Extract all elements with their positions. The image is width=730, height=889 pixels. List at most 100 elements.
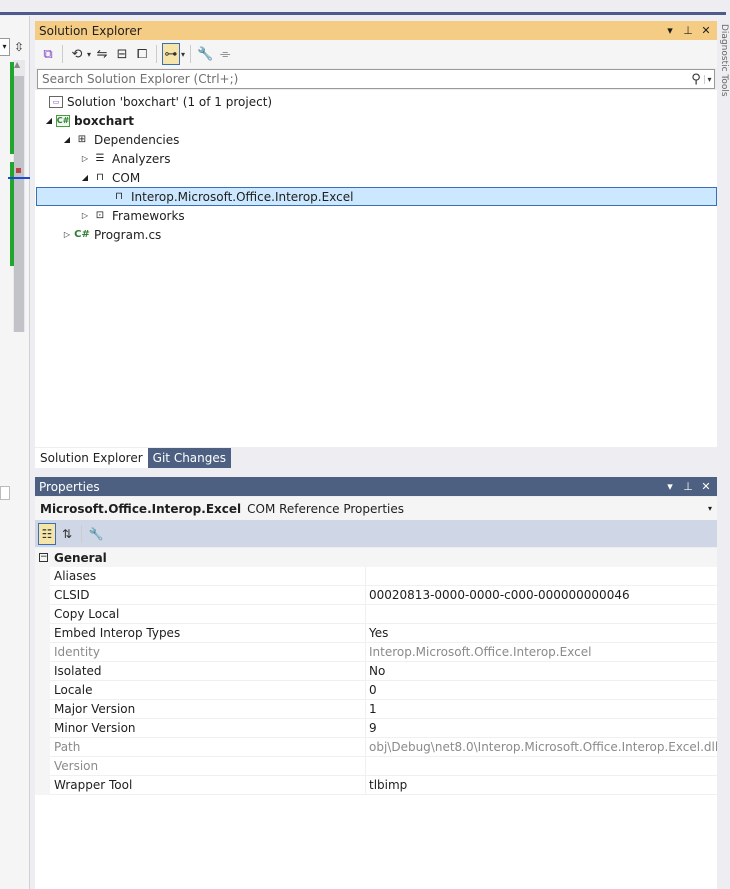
- property-name: Isolated: [50, 661, 366, 681]
- properties-header: Properties ▾ ⊥ ✕: [35, 477, 717, 496]
- preview-selected-items-icon[interactable]: ⌯: [216, 43, 234, 65]
- tree-node-com-reference[interactable]: ⊓ Interop.Microsoft.Office.Interop.Excel: [36, 187, 717, 206]
- split-view-icon[interactable]: ⇳: [11, 38, 27, 56]
- property-value[interactable]: tlbimp: [366, 776, 717, 795]
- property-row-aliases[interactable]: Aliases: [35, 566, 717, 586]
- search-input[interactable]: [38, 70, 688, 88]
- property-name: Wrapper Tool: [50, 775, 366, 795]
- toolbar-separator: [81, 524, 82, 543]
- property-value[interactable]: Yes: [366, 624, 717, 643]
- csharp-project-icon: C#: [56, 114, 70, 127]
- toolbar-separator: [190, 45, 192, 63]
- editor-dropdown-caret[interactable]: ▾: [0, 38, 10, 56]
- row-margin: [35, 642, 50, 662]
- collapse-icon[interactable]: −: [39, 553, 48, 562]
- property-name: Path: [50, 737, 366, 757]
- solution-explorer-tabs: Solution Explorer Git Changes: [35, 448, 717, 468]
- tree-node-solution[interactable]: ▭ Solution 'boxchart' (1 of 1 project): [35, 92, 717, 111]
- property-value[interactable]: 9: [366, 719, 717, 738]
- search-icon[interactable]: ⚲: [688, 72, 704, 87]
- categorized-icon[interactable]: ☷: [38, 522, 56, 545]
- property-value[interactable]: 00020813-0000-0000-c000-000000000046: [366, 586, 717, 605]
- collapse-all-icon[interactable]: ⊟: [113, 43, 131, 65]
- property-row-clsid[interactable]: CLSID 00020813-0000-0000-c000-0000000000…: [35, 585, 717, 605]
- panel-title: Properties: [39, 479, 100, 494]
- property-row-wrapper-tool[interactable]: Wrapper Tool tlbimp: [35, 775, 717, 795]
- pending-changes-filter-icon[interactable]: ⟲: [68, 43, 86, 65]
- tree-label: boxchart: [74, 113, 134, 128]
- property-name: Locale: [50, 680, 366, 700]
- expanded-arrow-icon[interactable]: ◢: [42, 116, 56, 125]
- collapsed-arrow-icon[interactable]: ▷: [78, 154, 92, 163]
- collapsed-arrow-icon[interactable]: ▷: [60, 230, 74, 239]
- property-row-minor-version[interactable]: Minor Version 9: [35, 718, 717, 738]
- pin-icon[interactable]: ⊥: [681, 480, 695, 493]
- pin-icon[interactable]: ⊥: [681, 24, 695, 37]
- tab-solution-explorer[interactable]: Solution Explorer: [35, 448, 148, 468]
- switch-views-icon[interactable]: ⧉: [39, 43, 57, 65]
- scroll-up-icon[interactable]: ▲: [14, 60, 20, 69]
- chevron-down-icon[interactable]: ▾: [181, 50, 185, 59]
- show-dependencies-icon[interactable]: ⊶: [162, 43, 181, 65]
- tree-node-com[interactable]: ◢ ⊓ COM: [35, 168, 717, 187]
- toolbar-separator: [62, 45, 63, 63]
- tree-node-project[interactable]: ◢ C# boxchart: [35, 111, 717, 130]
- property-pages-wrench-icon[interactable]: 🔧: [87, 523, 105, 545]
- row-margin: [35, 680, 50, 700]
- solution-explorer-toolbar: ⧉ ⟲ ▾ ⇋ ⊟ ⧠ ⊶ ▾ 🔧 ⌯: [35, 40, 717, 68]
- close-icon[interactable]: ✕: [699, 24, 713, 37]
- property-value[interactable]: 0: [366, 681, 717, 700]
- property-row-major-version[interactable]: Major Version 1: [35, 699, 717, 719]
- editor-scrollbar[interactable]: ▲: [13, 60, 25, 332]
- property-row-copy-local[interactable]: Copy Local: [35, 604, 717, 624]
- property-value[interactable]: [366, 605, 717, 624]
- tab-git-changes[interactable]: Git Changes: [147, 448, 232, 468]
- tree-node-program[interactable]: ▷ C# Program.cs: [35, 225, 717, 244]
- tree-node-frameworks[interactable]: ▷ ⊡ Frameworks: [35, 206, 717, 225]
- property-row-version[interactable]: Version: [35, 756, 717, 776]
- property-value: [366, 757, 717, 776]
- caret-position-marker: [8, 177, 30, 179]
- properties-object-selector[interactable]: Microsoft.Office.Interop.Excel COM Refer…: [35, 497, 717, 520]
- sync-with-active-document-icon[interactable]: ⇋: [93, 43, 111, 65]
- collapsed-arrow-icon[interactable]: ▷: [78, 211, 92, 220]
- property-value[interactable]: 1: [366, 700, 717, 719]
- window-position-icon[interactable]: ▾: [663, 24, 677, 37]
- alphabetical-icon[interactable]: ⇅: [58, 523, 76, 545]
- property-row-isolated[interactable]: Isolated No: [35, 661, 717, 681]
- top-strip: [0, 0, 730, 15]
- dependencies-icon: ⊞: [77, 134, 87, 145]
- show-all-files-icon[interactable]: ⧠: [133, 43, 151, 65]
- property-name: Version: [50, 756, 366, 776]
- tree-node-analyzers[interactable]: ▷ ☰ Analyzers: [35, 149, 717, 168]
- row-margin: [35, 775, 50, 795]
- property-value[interactable]: [366, 567, 717, 586]
- scrollbar-thumb[interactable]: [14, 76, 24, 332]
- chevron-down-icon[interactable]: ▾: [87, 50, 91, 59]
- window-position-icon[interactable]: ▾: [663, 480, 677, 493]
- property-name: Identity: [50, 642, 366, 662]
- properties-wrench-icon[interactable]: 🔧: [196, 43, 214, 65]
- property-value[interactable]: No: [366, 662, 717, 681]
- expanded-arrow-icon[interactable]: ◢: [60, 135, 74, 144]
- solution-tree: ▭ Solution 'boxchart' (1 of 1 project) ◢…: [35, 90, 717, 447]
- diagnostic-tools-tab[interactable]: Diagnostic Tools: [719, 24, 729, 97]
- solution-explorer-search[interactable]: ⚲ ▾: [37, 69, 715, 89]
- property-row-path[interactable]: Path obj\Debug\net8.0\Interop.Microsoft.…: [35, 737, 717, 757]
- breakpoint-marker: [16, 168, 21, 173]
- expanded-arrow-icon[interactable]: ◢: [78, 173, 92, 182]
- panel-title: Solution Explorer: [39, 23, 142, 38]
- tree-node-dependencies[interactable]: ◢ ⊞ Dependencies: [35, 130, 717, 149]
- close-icon[interactable]: ✕: [699, 480, 713, 493]
- row-margin: [35, 737, 50, 757]
- property-row-locale[interactable]: Locale 0: [35, 680, 717, 700]
- chevron-down-icon[interactable]: ▾: [703, 504, 717, 513]
- property-row-identity[interactable]: Identity Interop.Microsoft.Office.Intero…: [35, 642, 717, 662]
- search-options-caret[interactable]: ▾: [704, 74, 714, 84]
- property-name: Copy Local: [50, 604, 366, 624]
- category-label: General: [54, 550, 107, 565]
- properties-toolbar: ☷ ⇅ 🔧: [35, 520, 717, 547]
- category-general[interactable]: − General: [35, 548, 717, 567]
- property-row-embed-interop-types[interactable]: Embed Interop Types Yes: [35, 623, 717, 643]
- tree-label: COM: [112, 170, 141, 185]
